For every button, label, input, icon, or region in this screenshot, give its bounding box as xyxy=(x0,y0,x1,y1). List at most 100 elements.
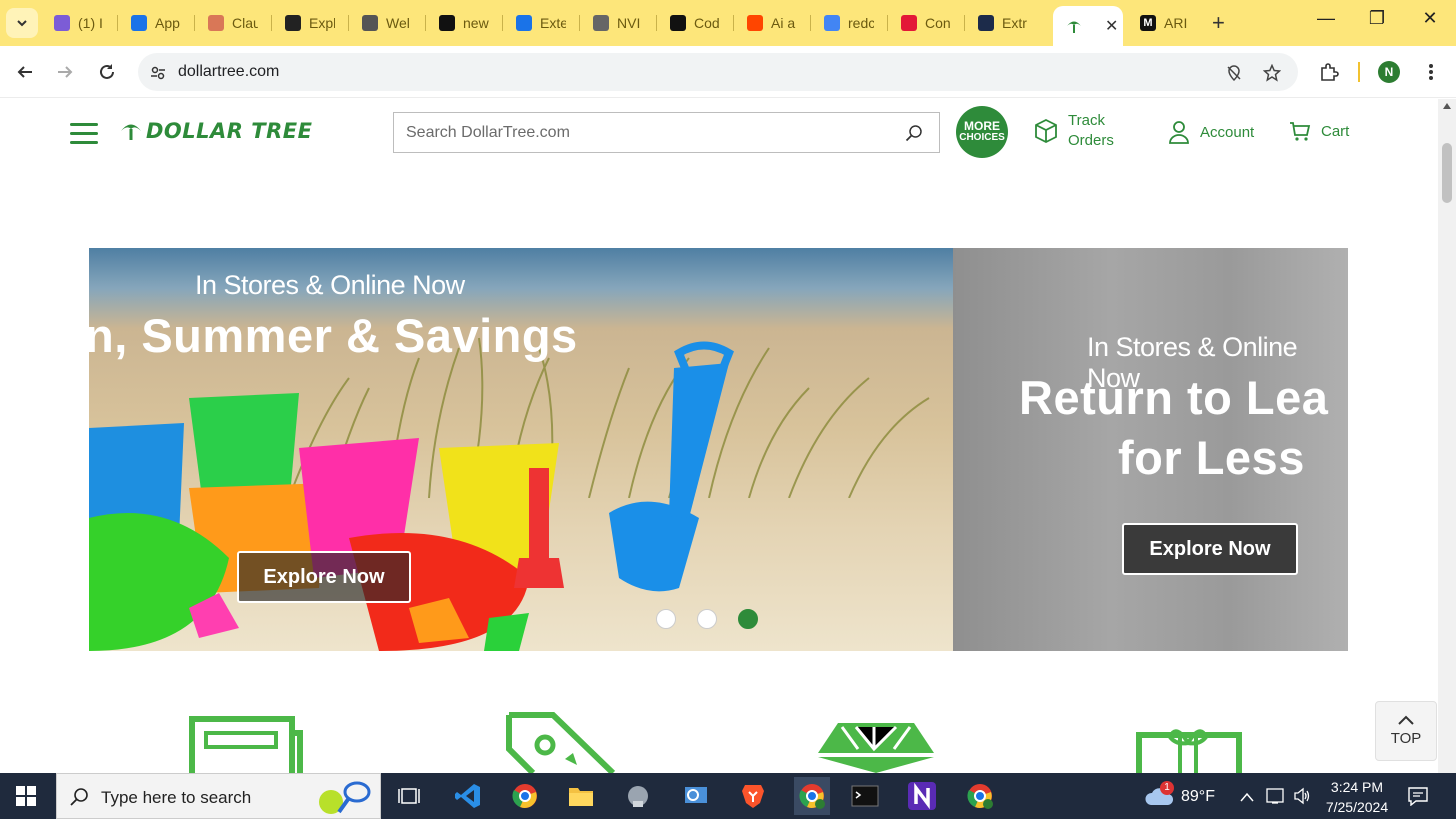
tab-item[interactable]: Expl xyxy=(275,8,347,38)
chrome-icon xyxy=(512,784,537,808)
tab-item[interactable]: redc xyxy=(814,8,886,38)
new-tab-button[interactable]: + xyxy=(1212,10,1225,36)
extensions-button[interactable] xyxy=(1314,58,1344,86)
dollar-tree-favicon xyxy=(1067,21,1081,33)
chrome-app-active[interactable] xyxy=(794,777,830,815)
clock-date: 7/25/2024 xyxy=(1325,799,1389,815)
brave-app[interactable] xyxy=(737,780,769,812)
search-icon[interactable] xyxy=(905,124,923,142)
chrome-app[interactable] xyxy=(509,780,541,812)
site-search-input[interactable] xyxy=(406,113,886,152)
site-search-box[interactable] xyxy=(393,112,940,153)
tab-ari[interactable]: M ARI xyxy=(1130,8,1202,38)
tab-favicon-icon xyxy=(747,15,763,31)
carousel-dot-3[interactable] xyxy=(738,609,758,629)
reload-button[interactable] xyxy=(92,58,122,86)
track-orders-link[interactable]: Track Orders xyxy=(1034,111,1114,151)
taskbar-search-box[interactable]: Type here to search xyxy=(56,773,381,819)
tab-item[interactable]: (1) I xyxy=(44,8,116,38)
show-hidden-icons-button[interactable] xyxy=(1240,789,1254,807)
tab-item[interactable]: Exte xyxy=(506,8,578,38)
tab-search-button[interactable] xyxy=(6,8,38,38)
file-explorer-app[interactable] xyxy=(565,780,597,812)
carousel-dot-1[interactable] xyxy=(656,609,676,629)
diamond-icon[interactable] xyxy=(818,723,934,773)
notifications-button[interactable] xyxy=(1408,786,1428,811)
account-link[interactable]: Account xyxy=(1168,120,1254,144)
carousel-dot-2[interactable] xyxy=(697,609,717,629)
tab-dollar-tree[interactable]: ✕ xyxy=(1053,6,1123,46)
location-blocked-icon[interactable] xyxy=(1224,63,1244,83)
app-pin-5[interactable] xyxy=(622,780,654,812)
volume-icon[interactable] xyxy=(1293,787,1311,810)
app-icon xyxy=(628,786,648,807)
box-icon xyxy=(1035,118,1057,144)
clock[interactable]: 3:24 PM 7/25/2024 xyxy=(1322,777,1392,817)
scrollbar-thumb[interactable] xyxy=(1442,143,1452,203)
tab-separator xyxy=(887,15,888,31)
tab-item[interactable]: App xyxy=(121,8,193,38)
dollar-tree-logo[interactable]: DOLLAR TREE xyxy=(120,119,312,143)
tab-label: (1) I xyxy=(78,15,103,31)
menu-button[interactable] xyxy=(1416,58,1446,86)
bookmark-star-icon[interactable] xyxy=(1262,63,1282,83)
tab-item[interactable]: Clau xyxy=(198,8,270,38)
app-pin-6[interactable] xyxy=(680,780,712,812)
profile-avatar[interactable]: N xyxy=(1378,61,1400,83)
hamburger-menu-icon[interactable] xyxy=(70,123,98,144)
forward-button[interactable] xyxy=(50,58,80,86)
track-orders-line1: Track xyxy=(1068,112,1105,129)
more-choices-line1: MORE xyxy=(964,119,1000,133)
slide2-explore-button[interactable]: Explore Now xyxy=(1122,523,1298,575)
tab-item[interactable]: new xyxy=(429,8,501,38)
hero-carousel[interactable]: In Stores & Online Now n, Summer & Savin… xyxy=(89,248,1348,651)
network-icon[interactable] xyxy=(1266,787,1284,810)
tab-label: Cod xyxy=(694,15,720,31)
taskbar-search-text: Type here to search xyxy=(101,788,252,807)
browser-toolbar: dollartree.com N xyxy=(0,46,1456,98)
account-label: Account xyxy=(1200,123,1255,141)
tab-item[interactable]: Ai a xyxy=(737,8,809,38)
reload-icon xyxy=(100,64,114,79)
restore-button[interactable]: ❐ xyxy=(1357,8,1397,29)
tab-label: Exte xyxy=(540,15,566,31)
address-bar[interactable]: dollartree.com xyxy=(138,53,1298,91)
app-pin-n[interactable] xyxy=(906,780,938,812)
tab-item[interactable]: Wel xyxy=(352,8,424,38)
chevron-up-icon xyxy=(1240,792,1254,802)
gift-card-icon[interactable] xyxy=(1136,727,1244,773)
logo-text: DOLLAR TREE xyxy=(146,119,313,143)
close-tab-icon[interactable]: ✕ xyxy=(1105,16,1118,36)
task-view-button[interactable] xyxy=(393,780,425,812)
tab-label: Expl xyxy=(309,15,335,31)
vscode-app[interactable] xyxy=(452,780,484,812)
hero-slide-summer[interactable]: In Stores & Online Now n, Summer & Savin… xyxy=(89,248,953,651)
page-scrollbar[interactable] xyxy=(1438,99,1456,773)
tab-item[interactable]: Cod xyxy=(660,8,732,38)
tab-label: redc xyxy=(848,15,874,31)
start-button[interactable] xyxy=(10,780,42,812)
user-icon xyxy=(1169,121,1189,144)
chrome-app-2[interactable] xyxy=(964,780,996,812)
back-to-top-button[interactable]: TOP xyxy=(1375,701,1437,761)
minimize-button[interactable]: — xyxy=(1306,8,1346,29)
close-window-button[interactable]: ✕ xyxy=(1410,8,1450,29)
site-info-icon[interactable] xyxy=(148,63,168,83)
scroll-up-arrow-icon[interactable] xyxy=(1443,103,1451,109)
tab-separator xyxy=(656,15,657,31)
tab-label: Wel xyxy=(386,15,410,31)
hero-slide-school[interactable]: In Stores & Online Now Return to Lea for… xyxy=(953,248,1348,651)
newspaper-icon[interactable] xyxy=(188,713,306,773)
price-tag-icon[interactable] xyxy=(503,709,623,773)
tab-item[interactable]: Extr xyxy=(968,8,1040,38)
back-button[interactable] xyxy=(10,58,40,86)
weather-widget[interactable]: 1 xyxy=(1144,781,1174,812)
cart-link[interactable]: Cart xyxy=(1289,120,1349,142)
slide1-explore-button[interactable]: Explore Now xyxy=(237,551,411,603)
tab-item[interactable]: Con xyxy=(891,8,963,38)
slide1-subtitle: In Stores & Online Now xyxy=(195,270,465,300)
more-choices-badge[interactable]: MORE CHOICES xyxy=(956,106,1008,158)
tab-item[interactable]: NVI xyxy=(583,8,655,38)
terminal-app[interactable] xyxy=(849,780,881,812)
tab-label: App xyxy=(155,15,180,31)
